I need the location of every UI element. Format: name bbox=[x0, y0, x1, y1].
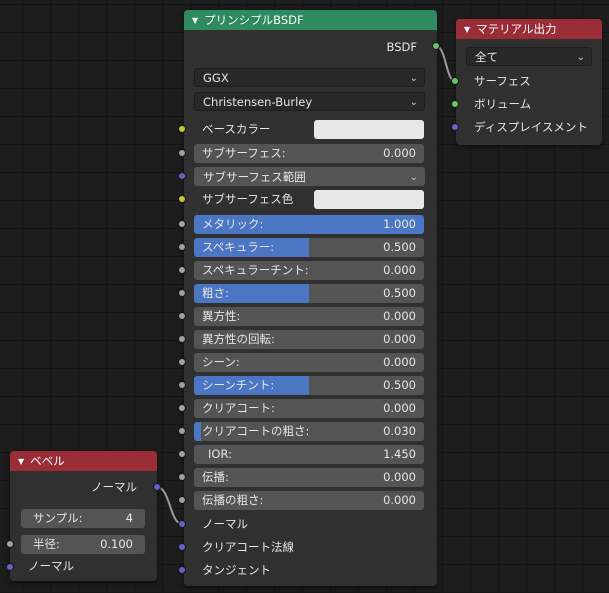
subsurface-radius-dropdown[interactable]: サブサーフェス範囲 ⌄ bbox=[194, 167, 425, 186]
subsurface-radius-label: サブサーフェス範囲 bbox=[203, 170, 306, 184]
clearcoat-normal-input-label: クリアコート法線 bbox=[202, 540, 294, 554]
radius-socket[interactable] bbox=[6, 540, 14, 548]
subsurface-method-dropdown[interactable]: Christensen-Burley ⌄ bbox=[194, 92, 425, 111]
subsurface-method-value: Christensen-Burley bbox=[203, 95, 313, 109]
bsdf-output-label: BSDF bbox=[386, 40, 417, 54]
normal-input-label: ノーマル bbox=[202, 517, 248, 531]
target-dropdown[interactable]: 全て ⌄ bbox=[466, 47, 592, 66]
link-bsdf-to-surface bbox=[435, 45, 456, 82]
anisotropic-socket[interactable] bbox=[178, 312, 186, 320]
transmission-roughness-field[interactable]: 伝播の粗さ: 0.000 bbox=[194, 491, 424, 510]
sheen-tint-socket[interactable] bbox=[178, 381, 186, 389]
node-title: マテリアル出力 bbox=[476, 22, 557, 36]
specular-tint-field[interactable]: スペキュラーチント: 0.000 bbox=[194, 261, 424, 280]
distribution-dropdown[interactable]: GGX ⌄ bbox=[194, 68, 425, 87]
node-title: プリンシプルBSDF bbox=[204, 13, 304, 27]
volume-input-label: ボリューム bbox=[474, 97, 532, 111]
displacement-socket[interactable] bbox=[451, 123, 459, 131]
ior-socket[interactable] bbox=[178, 450, 186, 458]
link-bevel-to-normal bbox=[156, 486, 183, 525]
bevel-node[interactable]: ▼ ベベル ノーマル サンプル: 4 半径: 0.100 ノーマル bbox=[10, 451, 157, 581]
collapse-triangle-icon[interactable]: ▼ bbox=[18, 452, 24, 472]
clearcoat-socket[interactable] bbox=[178, 404, 186, 412]
collapse-triangle-icon[interactable]: ▼ bbox=[464, 20, 470, 40]
volume-socket[interactable] bbox=[451, 100, 459, 108]
base-color-socket[interactable] bbox=[178, 125, 186, 133]
principled-bsdf-header[interactable]: ▼ プリンシプルBSDF bbox=[184, 10, 437, 30]
roughness-socket[interactable] bbox=[178, 289, 186, 297]
material-output-header[interactable]: ▼ マテリアル出力 bbox=[456, 19, 602, 39]
transmission-socket[interactable] bbox=[178, 473, 186, 481]
node-title: ベベル bbox=[30, 454, 65, 468]
sheen-tint-slider[interactable]: シーンチント: 0.500 bbox=[194, 376, 424, 395]
chevron-down-icon: ⌄ bbox=[576, 52, 585, 63]
bevel-header[interactable]: ▼ ベベル bbox=[10, 451, 157, 471]
bevel-normal-socket[interactable] bbox=[6, 563, 14, 571]
radius-field[interactable]: 半径: 0.100 bbox=[21, 535, 145, 554]
base-color-label: ベースカラー bbox=[202, 122, 271, 136]
bevel-output-socket[interactable] bbox=[153, 483, 161, 491]
anisotropic-rotation-field[interactable]: 異方性の回転: 0.000 bbox=[194, 330, 424, 349]
specular-tint-socket[interactable] bbox=[178, 266, 186, 274]
metallic-socket[interactable] bbox=[178, 220, 186, 228]
subsurface-color-label: サブサーフェス色 bbox=[202, 192, 294, 206]
subsurface-color-socket[interactable] bbox=[178, 195, 186, 203]
sheen-field[interactable]: シーン: 0.000 bbox=[194, 353, 424, 372]
subsurface-color-swatch[interactable] bbox=[314, 190, 424, 209]
distribution-value: GGX bbox=[203, 71, 229, 85]
clearcoat-roughness-slider[interactable]: クリアコートの粗さ: 0.030 bbox=[194, 422, 424, 441]
bevel-normal-input-label: ノーマル bbox=[28, 559, 74, 573]
metallic-slider[interactable]: メタリック: 1.000 bbox=[194, 215, 424, 234]
ior-field[interactable]: IOR: 1.450 bbox=[194, 445, 424, 464]
surface-socket[interactable] bbox=[451, 77, 459, 85]
specular-socket[interactable] bbox=[178, 243, 186, 251]
subsurface-socket[interactable] bbox=[178, 149, 186, 157]
displacement-input-label: ディスプレイスメント bbox=[474, 120, 588, 134]
sheen-socket[interactable] bbox=[178, 358, 186, 366]
normal-socket[interactable] bbox=[178, 520, 186, 528]
surface-input-label: サーフェス bbox=[474, 74, 531, 88]
transmission-field[interactable]: 伝播: 0.000 bbox=[194, 468, 424, 487]
slider-fill bbox=[194, 422, 201, 441]
base-color-swatch[interactable] bbox=[314, 120, 424, 139]
bsdf-output-socket[interactable] bbox=[432, 42, 440, 50]
subsurface-radius-socket[interactable] bbox=[178, 172, 186, 180]
samples-field[interactable]: サンプル: 4 bbox=[21, 509, 145, 528]
chevron-down-icon: ⌄ bbox=[409, 97, 418, 108]
chevron-down-icon: ⌄ bbox=[409, 172, 418, 183]
material-output-node[interactable]: ▼ マテリアル出力 全て ⌄ サーフェス ボリューム ディスプレイスメント bbox=[456, 19, 602, 145]
transmission-roughness-socket[interactable] bbox=[178, 496, 186, 504]
roughness-slider[interactable]: 粗さ: 0.500 bbox=[194, 284, 424, 303]
specular-slider[interactable]: スペキュラー: 0.500 bbox=[194, 238, 424, 257]
principled-bsdf-node[interactable]: ▼ プリンシプルBSDF BSDF GGX ⌄ Christensen-Burle… bbox=[184, 10, 437, 586]
anisotropic-rotation-socket[interactable] bbox=[178, 335, 186, 343]
bevel-output-label: ノーマル bbox=[91, 480, 137, 494]
collapse-triangle-icon[interactable]: ▼ bbox=[192, 11, 198, 31]
target-value: 全て bbox=[475, 50, 498, 64]
clearcoat-field[interactable]: クリアコート: 0.000 bbox=[194, 399, 424, 418]
clearcoat-normal-socket[interactable] bbox=[178, 543, 186, 551]
anisotropic-field[interactable]: 異方性: 0.000 bbox=[194, 307, 424, 326]
clearcoat-roughness-socket[interactable] bbox=[178, 427, 186, 435]
subsurface-field[interactable]: サブサーフェス: 0.000 bbox=[194, 144, 424, 163]
tangent-socket[interactable] bbox=[178, 566, 186, 574]
tangent-input-label: タンジェント bbox=[202, 563, 271, 577]
chevron-down-icon: ⌄ bbox=[409, 73, 418, 84]
